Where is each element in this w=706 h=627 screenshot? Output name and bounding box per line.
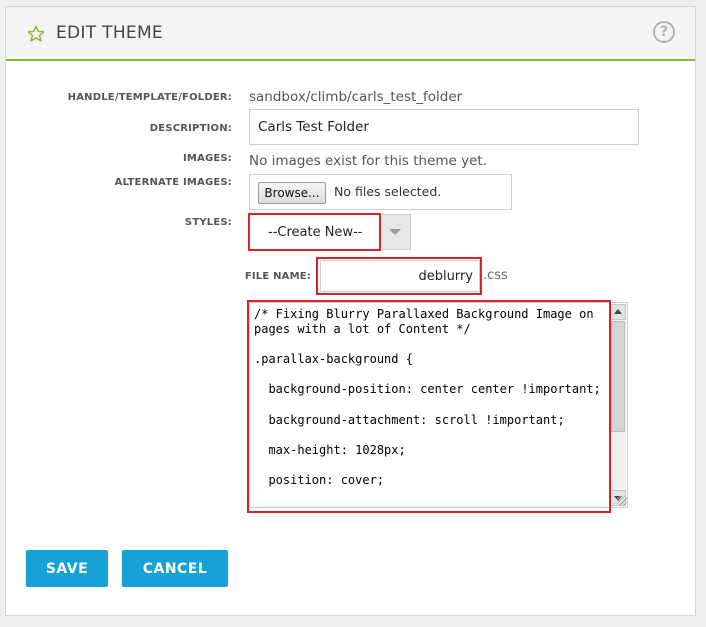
file-name-field[interactable]	[320, 260, 480, 292]
css-content-textarea[interactable]	[254, 307, 610, 503]
description-field[interactable]	[249, 109, 639, 145]
styles-label: STYLES:	[184, 217, 232, 228]
vertical-scrollbar[interactable]	[609, 304, 626, 506]
styles-selected-value: --Create New--	[268, 225, 363, 240]
star-icon	[27, 25, 45, 42]
images-status: No images exist for this theme yet.	[249, 153, 488, 169]
images-label: IMAGES:	[182, 153, 232, 164]
cancel-button[interactable]: CANCEL	[122, 550, 228, 587]
handle-label: HANDLE/TEMPLATE/FOLDER:	[67, 92, 232, 103]
alternate-images-file-input: Browse... No files selected.	[249, 174, 512, 210]
file-status: No files selected.	[334, 184, 442, 199]
page-title: EDIT THEME	[56, 23, 163, 43]
css-editor	[249, 302, 628, 508]
resize-grip-icon[interactable]	[617, 496, 627, 506]
file-extension: .css	[483, 268, 508, 283]
panel-header: EDIT THEME ?	[6, 7, 695, 61]
scroll-thumb[interactable]	[611, 321, 625, 432]
handle-value: sandbox/climb/carls_test_folder	[249, 89, 463, 105]
help-icon[interactable]: ?	[653, 21, 675, 43]
edit-theme-panel: EDIT THEME ? HANDLE/TEMPLATE/FOLDER: san…	[5, 6, 696, 616]
description-label: DESCRIPTION:	[149, 123, 232, 134]
scroll-up-button[interactable]	[610, 304, 626, 320]
arrow-up-icon	[614, 309, 622, 314]
alternate-images-label: ALTERNATE IMAGES:	[114, 177, 232, 188]
save-button[interactable]: SAVE	[26, 550, 108, 587]
file-name-label: FILE NAME:	[244, 271, 311, 282]
styles-dropdown-toggle[interactable]	[379, 215, 410, 249]
chevron-down-icon	[389, 229, 401, 235]
browse-button[interactable]: Browse...	[258, 182, 326, 204]
styles-select[interactable]: --Create New--	[249, 214, 411, 250]
